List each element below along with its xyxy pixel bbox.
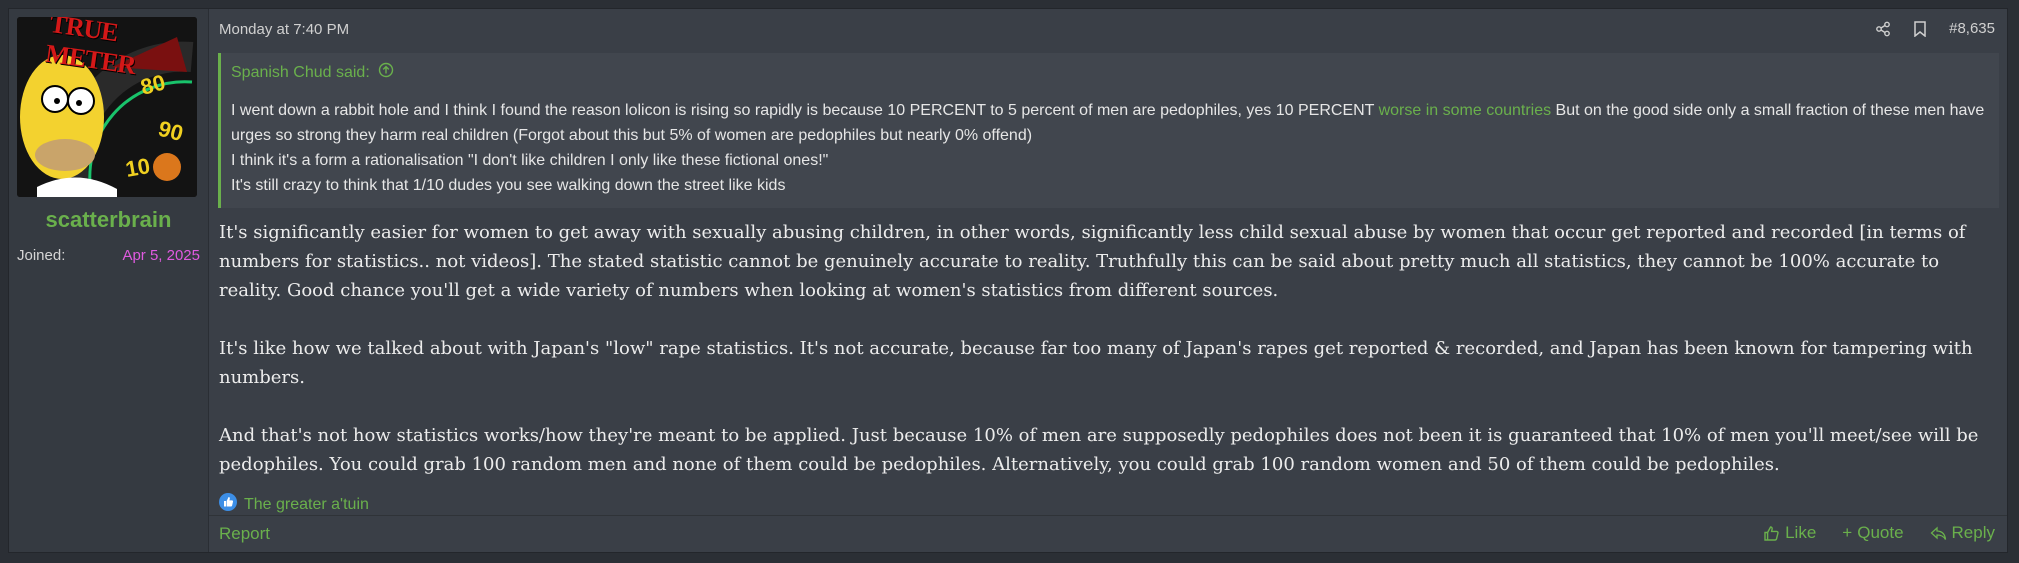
username[interactable]: scatterbrain [9,207,208,233]
plus-icon: + [1842,523,1853,542]
quote-block: Spanish Chud said: I went down a rabbit … [218,53,1999,208]
thumbs-up-icon [1764,525,1779,541]
post-number[interactable]: #8,635 [1949,20,1995,37]
report-link[interactable]: Report [219,524,270,544]
svg-text:10: 10 [124,153,152,182]
quote-line-2: I think it's a form a rationalisation "I… [231,152,829,169]
post-footer: Report Like + Quote Reply [209,515,2007,552]
joined-row: Joined: Apr 5, 2025 [17,247,200,264]
reply-button[interactable]: Reply [1930,523,1995,543]
quote-line-3: It's still crazy to think that 1/10 dude… [231,177,786,194]
quote-text-1a: I went down a rabbit hole and I think I … [231,102,1379,119]
quote-label: Quote [1857,523,1904,542]
post-paragraph-3: And that's not how statistics works/how … [219,425,1979,475]
joined-date: Apr 5, 2025 [122,247,200,264]
post-actions: Like + Quote Reply [1763,523,1995,543]
quote-author[interactable]: Spanish Chud said: [231,64,370,82]
like-button[interactable]: Like [1763,523,1816,543]
quote-header[interactable]: Spanish Chud said: [231,62,394,83]
joined-label: Joined: [17,247,66,264]
quote-body: I went down a rabbit hole and I think I … [231,98,1985,198]
like-label: Like [1785,523,1817,542]
reaction-users[interactable]: The greater a'tuin [244,496,369,514]
reply-label: Reply [1951,523,1995,542]
post-body: It's significantly easier for women to g… [219,218,2004,479]
post-paragraph-2: It's like how we talked about with Japan… [219,338,1973,388]
reactions-bar[interactable]: The greater a'tuin [219,493,369,516]
avatar[interactable]: 80 90 10 TRUE METER [17,17,197,197]
user-pane: 80 90 10 TRUE METER scatterbrain Joined:… [9,9,209,552]
quote-line-1: I went down a rabbit hole and I think I … [231,98,1985,148]
post-tools: #8,635 [1875,20,1995,37]
bookmark-icon[interactable] [1913,20,1927,37]
quote-button[interactable]: + Quote [1842,523,1903,543]
share-icon[interactable] [1875,21,1891,37]
post-main: Monday at 7:40 PM #8,635 Spanish Chud sa… [209,9,2007,552]
like-icon [219,493,237,516]
quote-link[interactable]: worse in some countries [1379,102,1552,119]
post-date[interactable]: Monday at 7:40 PM [219,21,349,38]
reply-icon [1930,526,1946,540]
arrow-up-circle-icon[interactable] [378,62,394,83]
post-paragraph-1: It's significantly easier for women to g… [219,222,1966,301]
post: 80 90 10 TRUE METER scatterbrain Joined:… [8,8,2008,553]
